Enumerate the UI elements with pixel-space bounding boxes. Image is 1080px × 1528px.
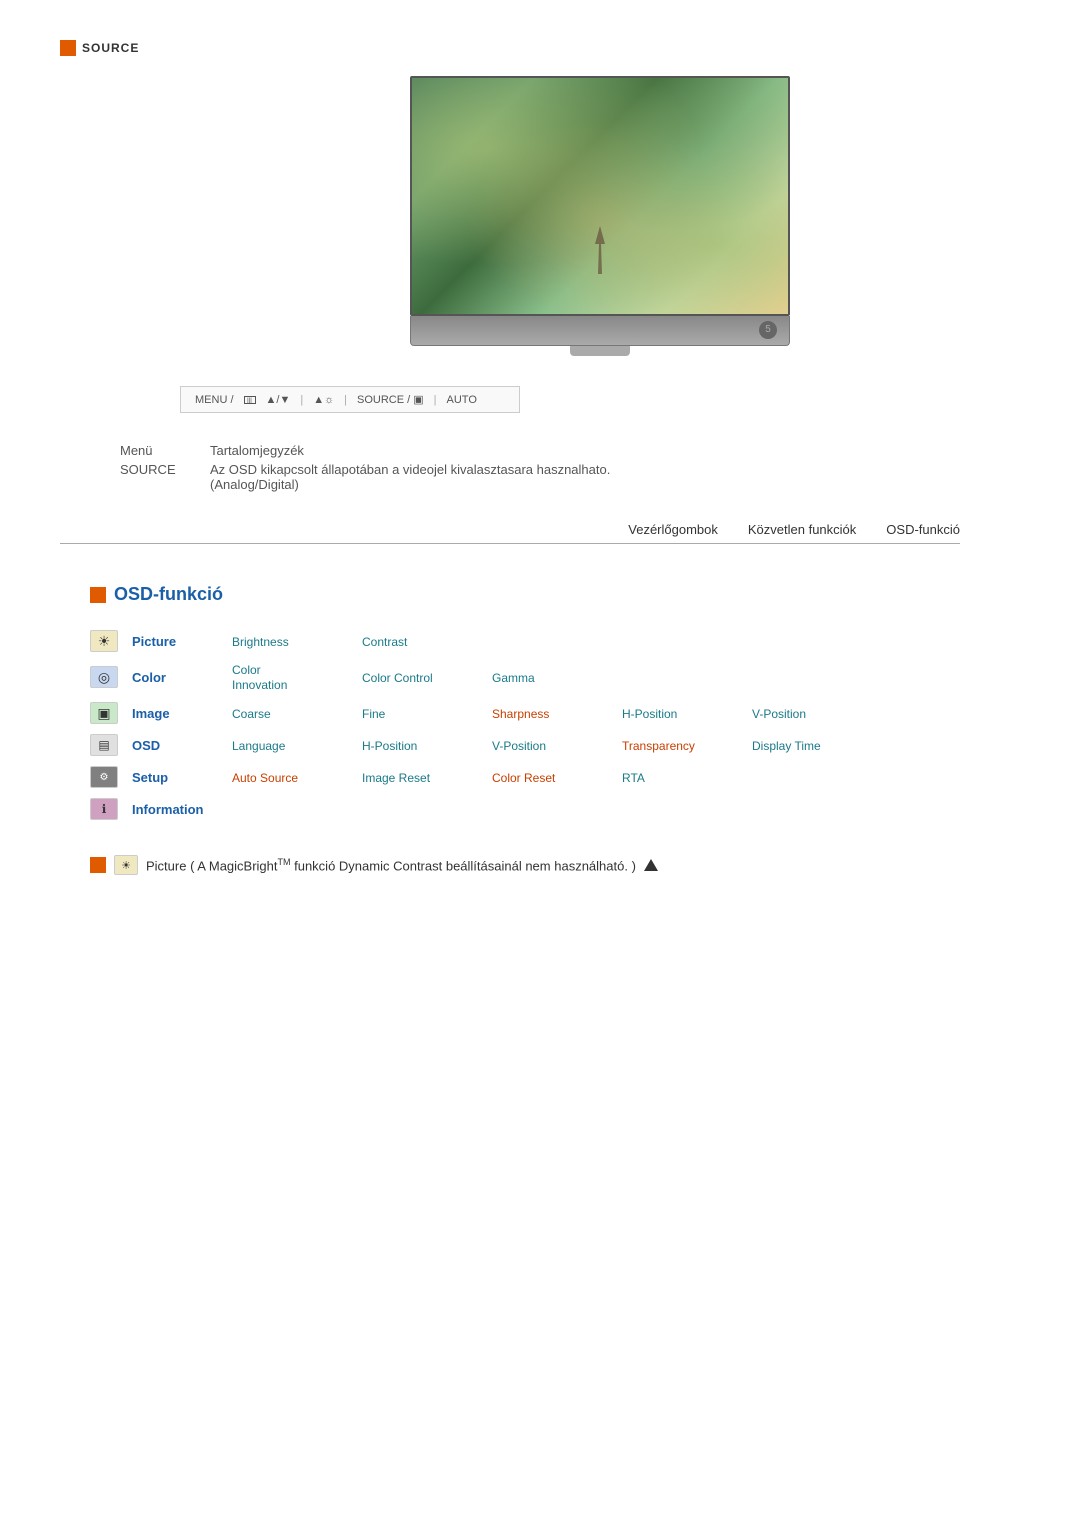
triangle-up-icon [644, 859, 658, 871]
contrast-link[interactable]: Contrast [362, 635, 407, 649]
source-header: SOURCE [60, 40, 1020, 56]
monitor-screen [410, 76, 790, 316]
osd-icon-cell: ▤ [90, 734, 118, 756]
color-icon: ◎ [90, 666, 118, 688]
sharpness-link[interactable]: Sharpness [492, 707, 549, 721]
osd-row-image: ▣ Image Coarse Fine Sharpness H-Position [90, 697, 1020, 729]
hposition-osd-link[interactable]: H-Position [362, 739, 417, 753]
source-sub: (Analog/Digital) [210, 477, 299, 492]
osd-row-information: ℹ Information [90, 793, 1020, 825]
color-reset-link[interactable]: Color Reset [492, 771, 555, 785]
note-icon-box [90, 857, 106, 873]
setup-name: Setup [132, 770, 168, 785]
picture-name: Picture [132, 634, 176, 649]
auto-source-link[interactable]: Auto Source [232, 771, 298, 785]
menu-table: Menü Tartalomjegyzék SOURCE Az OSD kikap… [120, 443, 1020, 492]
language-link[interactable]: Language [232, 739, 285, 753]
menu-header-row: Menü Tartalomjegyzék [120, 443, 1020, 458]
color-control-link[interactable]: Color Control [362, 671, 433, 685]
monitor-container [180, 76, 1020, 356]
source-control-label: SOURCE / ▣ [357, 393, 424, 406]
osd-row-color: ◎ Color Color Innovation Color Control G… [90, 657, 1020, 697]
menu-source-row: SOURCE Az OSD kikapcsolt állapotában a v… [120, 462, 1020, 492]
bottom-note: ☀ Picture ( A MagicBrightTM funkció Dyna… [90, 855, 1020, 875]
osd-row-picture: ☀ Picture Brightness Contrast [90, 625, 1020, 657]
color-name: Color [132, 670, 166, 685]
content-col-header: Tartalomjegyzék [210, 443, 1020, 458]
brightness-label: ▲☼ [313, 394, 334, 406]
note-text: Picture ( A MagicBrightTM funkció Dynami… [146, 857, 636, 873]
note-picture-icon: ☀ [114, 855, 138, 875]
osd-row-osd: ▤ OSD Language H-Position V-Position Tra… [90, 729, 1020, 761]
picture-icon: ☀ [90, 630, 118, 652]
color-innovation-link[interactable]: Color Innovation [232, 663, 287, 692]
tab-kozvetlen[interactable]: Közvetlen funkciók [748, 522, 856, 539]
osd-grid: ☀ Picture Brightness Contrast ◎ [90, 625, 1020, 825]
monitor-stand [570, 346, 630, 356]
osd-name: OSD [132, 738, 160, 753]
menu-col-header: Menü [120, 443, 210, 458]
information-icon: ℹ [90, 798, 118, 820]
osd-section-icon [90, 587, 106, 603]
rta-link[interactable]: RTA [622, 771, 645, 785]
information-name: Information [132, 802, 204, 817]
gamma-link[interactable]: Gamma [492, 671, 535, 685]
vposition-image-link[interactable]: V-Position [752, 707, 806, 721]
hposition-image-link[interactable]: H-Position [622, 707, 677, 721]
osd-row-setup: ⚙ Setup Auto Source Image Reset Color Re… [90, 761, 1020, 793]
menu-label: MENU / [195, 394, 234, 406]
tab-osd-funkcio[interactable]: OSD-funkció [886, 522, 960, 539]
source-desc: Az OSD kikapcsolt állapotában a videojel… [210, 462, 610, 477]
nav-tabs: Vezérlőgombok Közvetlen funkciók OSD-fun… [60, 522, 960, 544]
osd-title: OSD-funkció [114, 584, 223, 605]
image-icon: ▣ [90, 702, 118, 724]
brightness-link[interactable]: Brightness [232, 635, 289, 649]
source-label: SOURCE [82, 41, 139, 55]
osd-title-row: OSD-funkció [90, 584, 1020, 605]
image-name: Image [132, 706, 170, 721]
fine-link[interactable]: Fine [362, 707, 385, 721]
tab-vezerlőgombok[interactable]: Vezérlőgombok [628, 522, 718, 539]
control-bar: MENU / ||| ▲/▼ | ▲☼ | SOURCE / ▣ | AUTO [180, 386, 520, 413]
auto-label: AUTO [447, 394, 477, 406]
osd-section: OSD-funkció ☀ Picture Brightness Contras… [90, 584, 1020, 825]
coarse-link[interactable]: Coarse [232, 707, 271, 721]
setup-icon: ⚙ [90, 766, 118, 788]
menu-source-content: Az OSD kikapcsolt állapotában a videojel… [210, 462, 1020, 492]
vposition-osd-link[interactable]: V-Position [492, 739, 546, 753]
source-icon [60, 40, 76, 56]
transparency-link[interactable]: Transparency [622, 739, 695, 753]
display-time-link[interactable]: Display Time [752, 739, 821, 753]
monitor-base [410, 316, 790, 346]
arrows-label: ▲/▼ [266, 394, 291, 406]
menu-source-label: SOURCE [120, 462, 210, 477]
image-reset-link[interactable]: Image Reset [362, 771, 430, 785]
